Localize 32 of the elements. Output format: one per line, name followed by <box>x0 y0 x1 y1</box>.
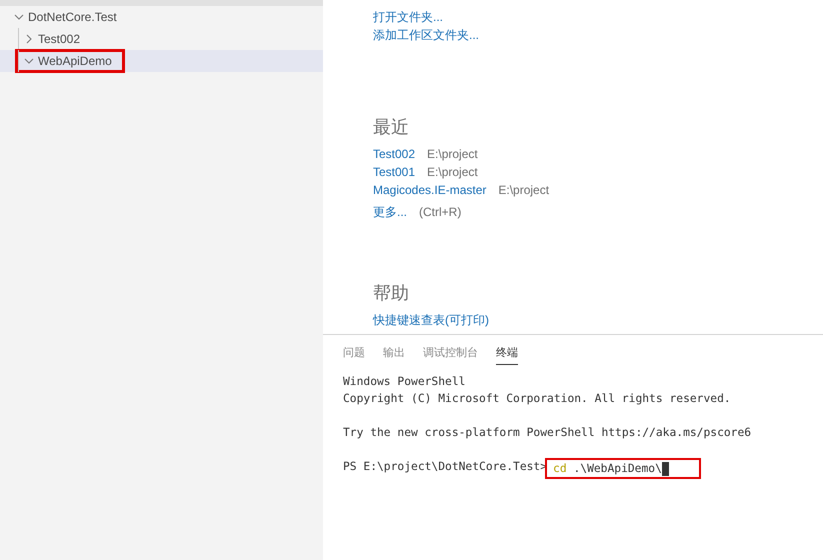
recent-link[interactable]: Test002 <box>373 145 416 163</box>
panel-tab[interactable]: 输出 <box>383 343 405 365</box>
tree-item-label: Test002 <box>38 32 80 46</box>
section-heading: 帮助 <box>373 282 410 305</box>
terminal-command: cd .\WebApiDemo\ <box>553 461 662 477</box>
recent-link[interactable]: Magicodes.IE-master <box>373 181 486 199</box>
help-link[interactable]: 快捷键速查表(可打印) <box>373 311 489 329</box>
start-link[interactable]: 添加工作区文件夹... <box>373 26 480 44</box>
recent-link[interactable]: Test001 <box>373 163 416 181</box>
start-link[interactable]: 打开文件夹... <box>373 8 444 26</box>
recent-path: E:\project <box>427 146 478 163</box>
panel-tab[interactable]: 终端 <box>496 343 518 365</box>
chevron-icon <box>24 56 34 66</box>
more-link[interactable]: 更多... <box>373 203 408 221</box>
tree-item[interactable]: Test002 <box>0 28 323 50</box>
recent-path: E:\project <box>427 164 478 181</box>
cursor-icon <box>662 462 669 476</box>
tree-item-label: DotNetCore.Test <box>28 10 117 24</box>
tree-item-label: WebApiDemo <box>38 54 112 68</box>
tree-item[interactable]: DotNetCore.Test <box>0 6 323 28</box>
section-heading: 最近 <box>373 116 410 139</box>
tree-item[interactable]: WebApiDemo <box>0 50 323 72</box>
recent-path: E:\project <box>498 182 550 199</box>
panel-tab[interactable]: 问题 <box>343 343 365 365</box>
terminal-line: Copyright (C) Microsoft Corporation. All rights reserved. <box>343 391 731 407</box>
terminal-line: Windows PowerShell <box>343 374 466 390</box>
shortcut-hint: (Ctrl+R) <box>419 204 462 221</box>
chevron-icon <box>24 34 34 44</box>
chevron-icon <box>14 12 24 22</box>
panel-tab[interactable]: 调试控制台 <box>423 343 478 365</box>
terminal-prompt: PS E:\project\DotNetCore.Test> <box>343 459 548 475</box>
terminal-line: Try the new cross-platform PowerShell https://aka.ms/pscore6 <box>343 425 752 441</box>
